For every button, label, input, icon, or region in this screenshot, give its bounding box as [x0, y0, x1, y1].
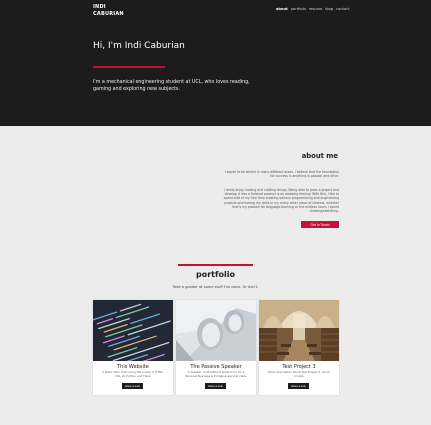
- card-description: Short description about Test Project 3, …: [267, 370, 331, 378]
- about-paragraph-1: I aspire to be skilled in many different…: [224, 170, 339, 179]
- have-a-look-button[interactable]: Have a look: [122, 383, 143, 389]
- portfolio-card-speaker[interactable]: [176, 300, 256, 395]
- brand-line-2: CABURIAN: [93, 11, 124, 17]
- nav-contact[interactable]: contact: [336, 7, 349, 11]
- get-in-touch-button[interactable]: Get In Touch: [301, 221, 339, 228]
- card-image-code: [93, 300, 173, 361]
- nav-resume[interactable]: resume: [309, 7, 322, 11]
- brand-line-1: INDI: [93, 4, 106, 10]
- card-image-library: [259, 300, 339, 361]
- main-nav: about portfolio resume blog contact: [276, 7, 349, 11]
- hero-subtitle: I'm a mechanical engineering student at …: [93, 80, 250, 92]
- nav-about[interactable]: about: [276, 7, 288, 11]
- hero-divider: [93, 66, 165, 68]
- card-description: A static site I built using the power of…: [102, 370, 164, 378]
- nav-blog[interactable]: blog: [325, 7, 333, 11]
- portfolio-title: portfolio: [196, 270, 235, 279]
- about-title: about me: [301, 152, 338, 160]
- portfolio-card-test-project[interactable]: [259, 300, 339, 395]
- nav-portfolio[interactable]: portfolio: [291, 7, 306, 11]
- have-a-look-button[interactable]: Have a look: [205, 383, 226, 389]
- card-image-speaker: [176, 300, 256, 361]
- portfolio-subtitle: Take a gander at some stuff I've done. O…: [172, 285, 259, 289]
- portfolio-card-website[interactable]: [93, 300, 173, 395]
- have-a-look-button[interactable]: Have a look: [288, 383, 309, 389]
- hero-section: INDI CABURIAN about portfolio resume blo…: [0, 0, 431, 126]
- hero-title: Hi, I'm Indi Caburian: [93, 41, 185, 51]
- about-paragraph-2: I really enjoy making and crafting thing…: [223, 188, 339, 214]
- card-description: A speaker, built without electronics for…: [184, 370, 248, 378]
- portfolio-divider: [178, 264, 253, 266]
- site-logo[interactable]: INDI CABURIAN: [93, 4, 124, 18]
